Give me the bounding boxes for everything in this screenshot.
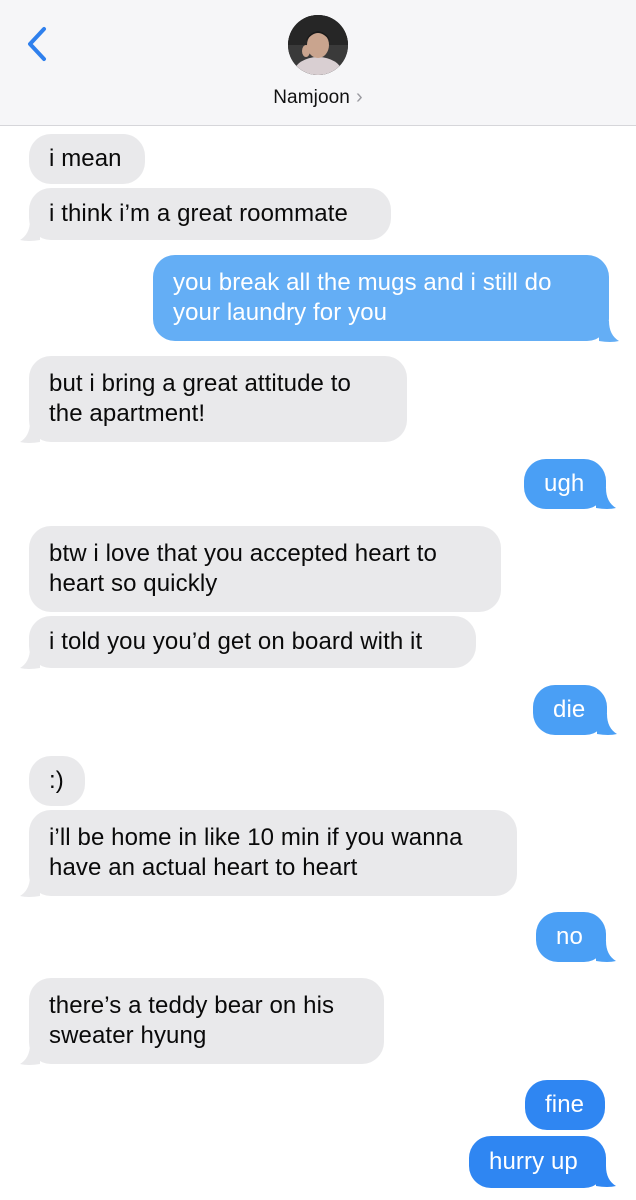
message-bubble-outgoing[interactable]: die	[533, 685, 607, 735]
bubble-tail	[20, 876, 40, 897]
message-bubble-outgoing[interactable]: you break all the mugs and i still do yo…	[153, 255, 609, 341]
message-text: i think i’m a great roommate	[49, 200, 348, 227]
message-bubble-outgoing[interactable]: fine	[525, 1080, 605, 1130]
message-text: die	[553, 696, 586, 723]
message-text: ugh	[544, 470, 585, 497]
bubble-tail	[596, 1166, 616, 1187]
message-bubble-outgoing[interactable]: hurry up	[469, 1136, 606, 1188]
message-bubble-incoming[interactable]: i told you you’d get on board with it	[29, 616, 476, 668]
bubble-tail	[596, 941, 616, 962]
bubble-tail	[20, 648, 40, 669]
message-text: btw i love that you accepted heart to he…	[49, 540, 437, 597]
chevron-right-icon: ›	[355, 86, 363, 108]
message-text: i told you you’d get on board with it	[49, 628, 423, 655]
message-bubble-incoming[interactable]: :)	[29, 756, 85, 806]
bubble-tail	[20, 220, 40, 241]
message-bubble-incoming[interactable]: i think i’m a great roommate	[29, 188, 391, 240]
message-bubble-outgoing[interactable]: ugh	[524, 459, 606, 509]
message-bubble-incoming[interactable]: i’ll be home in like 10 min if you wanna…	[29, 810, 517, 896]
back-button[interactable]	[22, 26, 52, 62]
contact-avatar[interactable]	[288, 15, 348, 75]
message-text: there’s a teddy bear on his sweater hyun…	[49, 992, 335, 1049]
conversation-header: Namjoon ›	[0, 0, 636, 126]
bubble-tail	[20, 1044, 40, 1065]
message-text: but i bring a great attitude to the apar…	[49, 370, 351, 427]
message-thread[interactable]: i mean i think i’m a great roommate you …	[0, 126, 636, 1200]
message-text: you break all the mugs and i still do yo…	[173, 269, 552, 326]
message-text: no	[556, 923, 583, 950]
message-bubble-incoming[interactable]: i mean	[29, 134, 145, 184]
bubble-tail	[597, 714, 617, 735]
bubble-tail	[599, 321, 619, 342]
contact-name[interactable]: Namjoon	[273, 87, 350, 108]
message-text: fine	[545, 1091, 585, 1118]
message-bubble-incoming[interactable]: btw i love that you accepted heart to he…	[29, 526, 501, 612]
bubble-tail	[596, 488, 616, 509]
message-text: i’ll be home in like 10 min if you wanna…	[49, 824, 463, 881]
message-text: :)	[49, 767, 64, 794]
avatar-photo	[288, 15, 348, 75]
message-bubble-incoming[interactable]: there’s a teddy bear on his sweater hyun…	[29, 978, 384, 1064]
message-text: i mean	[49, 145, 122, 172]
chevron-left-icon	[28, 27, 46, 61]
message-bubble-incoming[interactable]: but i bring a great attitude to the apar…	[29, 356, 407, 442]
contact-name-row[interactable]: Namjoon ›	[0, 86, 636, 109]
bubble-tail	[20, 422, 40, 443]
message-text: hurry up	[489, 1148, 578, 1175]
